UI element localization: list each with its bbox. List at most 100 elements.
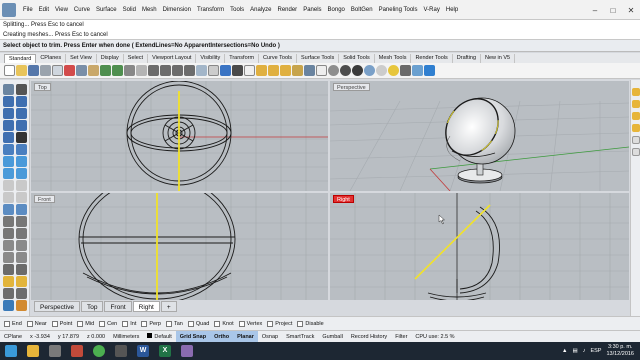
viewport-tab-perspective[interactable]: Perspective bbox=[34, 300, 80, 312]
record-history-toggle[interactable]: Record History bbox=[347, 331, 391, 343]
tab-drafting[interactable]: Drafting bbox=[453, 54, 482, 63]
tab-transform[interactable]: Transform bbox=[225, 54, 260, 63]
undo-view-icon[interactable] bbox=[196, 65, 207, 76]
osnap-tan[interactable]: Tan bbox=[165, 320, 183, 327]
menu-dimension[interactable]: Dimension bbox=[160, 7, 194, 13]
clock[interactable]: 3:30 p. m. 13/12/2016 bbox=[606, 344, 634, 358]
help-panel-icon[interactable] bbox=[632, 136, 640, 144]
taskbar-app2[interactable] bbox=[110, 342, 132, 360]
properties-panel-icon[interactable] bbox=[632, 88, 640, 96]
osnap-quad[interactable]: Quad bbox=[187, 320, 209, 327]
lock-icon[interactable] bbox=[280, 65, 291, 76]
sweep-icon[interactable] bbox=[16, 168, 27, 179]
menu-transform[interactable]: Transform bbox=[194, 7, 227, 13]
layers-panel-icon[interactable] bbox=[632, 100, 640, 108]
viewport-tab-front[interactable]: Front bbox=[104, 300, 132, 312]
redo-icon[interactable] bbox=[112, 65, 123, 76]
osnap-perp[interactable]: Perp bbox=[141, 320, 161, 327]
menu-help[interactable]: Help bbox=[443, 7, 461, 13]
planar-toggle[interactable]: Planar bbox=[233, 330, 258, 343]
move-icon[interactable] bbox=[3, 240, 14, 251]
add-viewport-tab-icon[interactable]: + bbox=[160, 300, 177, 312]
viewport-right[interactable]: Right bbox=[330, 193, 629, 300]
materials-icon[interactable] bbox=[364, 65, 375, 76]
units-label[interactable]: Millimeters bbox=[109, 331, 143, 343]
cplane-icon[interactable] bbox=[220, 65, 231, 76]
menu-surface[interactable]: Surface bbox=[93, 7, 120, 13]
gumball-toggle[interactable]: Gumball bbox=[318, 331, 346, 343]
osnap-point[interactable]: Point bbox=[51, 320, 72, 327]
osnap-end[interactable]: End bbox=[4, 320, 22, 327]
layer-icon[interactable] bbox=[16, 300, 27, 311]
tab-solid-tools[interactable]: Solid Tools bbox=[339, 54, 375, 63]
mesh-icon[interactable] bbox=[3, 300, 14, 311]
taskbar-word[interactable]: W bbox=[132, 342, 154, 360]
group-icon[interactable] bbox=[3, 276, 14, 287]
hide-icon[interactable] bbox=[256, 65, 267, 76]
loft-icon[interactable] bbox=[16, 156, 27, 167]
taskbar-explorer[interactable] bbox=[22, 342, 44, 360]
box-icon[interactable] bbox=[3, 180, 14, 191]
osnap-int[interactable]: Int bbox=[122, 320, 136, 327]
pan-icon[interactable] bbox=[124, 65, 135, 76]
print-icon[interactable] bbox=[40, 65, 51, 76]
ortho-toggle[interactable]: Ortho bbox=[210, 330, 234, 343]
rendered-icon[interactable] bbox=[340, 65, 351, 76]
properties-icon[interactable] bbox=[52, 65, 63, 76]
menu-edit[interactable]: Edit bbox=[36, 7, 52, 13]
osnap-cen[interactable]: Cen bbox=[99, 320, 117, 327]
rotate-view-icon[interactable] bbox=[136, 65, 147, 76]
osnap-checkbox[interactable] bbox=[99, 320, 106, 327]
polyline-icon[interactable] bbox=[3, 96, 14, 107]
osnap-vertex[interactable]: Vertex bbox=[238, 320, 262, 327]
notes-panel-icon[interactable] bbox=[632, 148, 640, 156]
layers-icon[interactable] bbox=[292, 65, 303, 76]
osnap-knot[interactable]: Knot bbox=[214, 320, 234, 327]
menu-boltgen[interactable]: BoltGen bbox=[348, 7, 376, 13]
boolean-diff-icon[interactable] bbox=[16, 204, 27, 215]
zoom-selected-icon[interactable] bbox=[184, 65, 195, 76]
render-panel-icon[interactable] bbox=[632, 112, 640, 120]
close-icon[interactable]: ✕ bbox=[622, 0, 640, 20]
osnap-checkbox[interactable] bbox=[297, 320, 304, 327]
sphere-icon[interactable] bbox=[16, 180, 27, 191]
menu-paneling-tools[interactable]: Paneling Tools bbox=[376, 7, 421, 13]
show-icon[interactable] bbox=[268, 65, 279, 76]
command-prompt[interactable]: Select object to trim. Press Enter when … bbox=[0, 40, 640, 52]
minimize-icon[interactable]: – bbox=[586, 0, 604, 20]
rotate-icon[interactable] bbox=[3, 252, 14, 263]
osnap-checkbox[interactable] bbox=[26, 320, 33, 327]
zoom-window-icon[interactable] bbox=[160, 65, 171, 76]
menu-mesh[interactable]: Mesh bbox=[139, 7, 160, 13]
scale-icon[interactable] bbox=[16, 252, 27, 263]
select-icon[interactable] bbox=[3, 84, 14, 95]
viewport-label-right[interactable]: Right bbox=[333, 195, 354, 203]
copy-icon[interactable] bbox=[16, 240, 27, 251]
osnap-checkbox[interactable] bbox=[141, 320, 148, 327]
new-file-icon[interactable] bbox=[4, 65, 15, 76]
menu-vray[interactable]: V-Ray bbox=[421, 7, 443, 13]
polygon-icon[interactable] bbox=[3, 132, 14, 143]
tab-surface-tools[interactable]: Surface Tools bbox=[297, 54, 340, 63]
array-icon[interactable] bbox=[16, 264, 27, 275]
four-view-icon[interactable] bbox=[208, 65, 219, 76]
circle-icon[interactable] bbox=[16, 108, 27, 119]
split-icon[interactable] bbox=[16, 228, 27, 239]
cut-icon[interactable] bbox=[64, 65, 75, 76]
menu-panels[interactable]: Panels bbox=[300, 7, 324, 13]
osnap-checkbox[interactable] bbox=[238, 320, 245, 327]
start-button[interactable] bbox=[0, 342, 22, 360]
osnap-checkbox[interactable] bbox=[77, 320, 84, 327]
analyze-icon[interactable] bbox=[16, 288, 27, 299]
text-icon[interactable] bbox=[16, 132, 27, 143]
offset-icon[interactable] bbox=[16, 144, 27, 155]
menu-tools[interactable]: Tools bbox=[227, 7, 247, 13]
smarttrack-toggle[interactable]: SmartTrack bbox=[282, 331, 318, 343]
trim-icon[interactable] bbox=[3, 228, 14, 239]
osnap-disable[interactable]: Disable bbox=[297, 320, 324, 327]
menu-analyze[interactable]: Analyze bbox=[247, 7, 274, 13]
taskbar-excel[interactable]: X bbox=[154, 342, 176, 360]
tray-arrow-icon[interactable]: ▲ bbox=[562, 348, 567, 354]
tab-viewport-layout[interactable]: Viewport Layout bbox=[148, 54, 197, 63]
select-icon[interactable] bbox=[244, 65, 255, 76]
